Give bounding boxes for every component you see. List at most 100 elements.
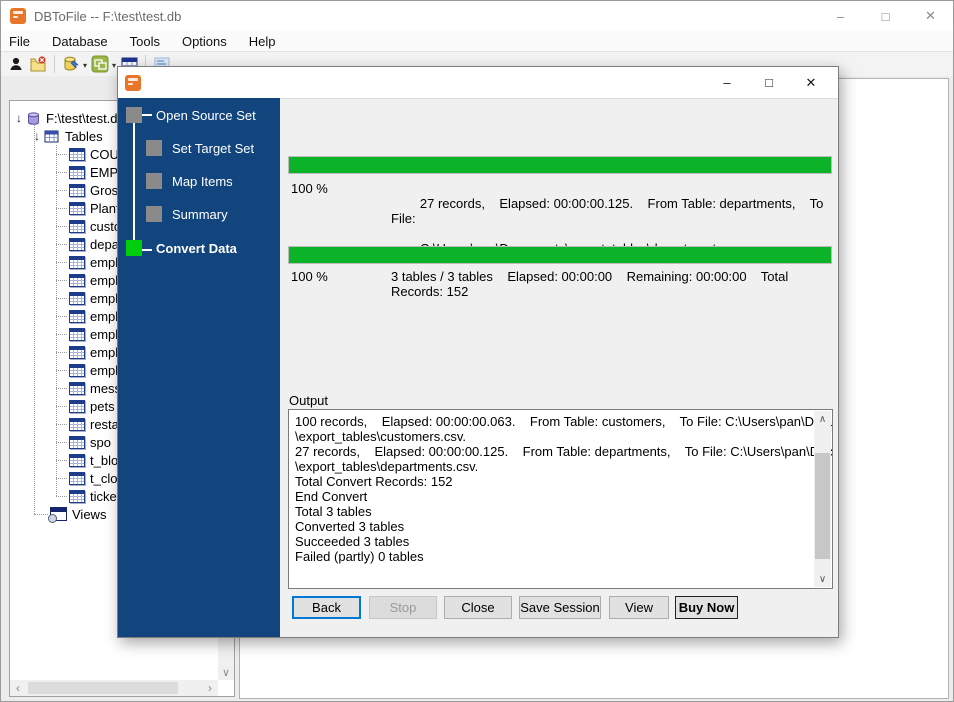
- menubar: File Database Tools Options Help: [1, 31, 953, 51]
- step-marker: [146, 140, 162, 156]
- dialog-titlebar: – □ ✕: [118, 67, 838, 98]
- convert-wizard-dialog: – □ ✕ Open Source Set Set Target Set Map…: [117, 66, 839, 638]
- total-progress-info: 3 tables / 3 tables Elapsed: 00:00:00 Re…: [391, 269, 792, 299]
- minimize-icon[interactable]: –: [818, 1, 863, 31]
- scroll-up-icon[interactable]: ∧: [814, 411, 831, 427]
- main-titlebar: DBToFile -- F:\test\test.db – □ ✕: [1, 1, 953, 31]
- table-icon: [69, 363, 85, 377]
- table-icon: [69, 471, 85, 485]
- maximize-icon[interactable]: □: [863, 1, 908, 31]
- table-icon: [69, 453, 85, 467]
- output-line: Succeeded 3 tables: [295, 534, 410, 549]
- scroll-left-icon[interactable]: ‹: [10, 681, 26, 695]
- table-icon: [69, 417, 85, 431]
- tree-views-node[interactable]: Views: [34, 505, 106, 523]
- buy-now-button[interactable]: Buy Now: [675, 596, 738, 619]
- output-line: Total 3 tables: [295, 504, 372, 519]
- convert-icon[interactable]: [90, 54, 110, 74]
- table-icon: [69, 165, 85, 179]
- table-icon: [69, 291, 85, 305]
- table-icon: [69, 399, 85, 413]
- table-icon: [69, 219, 85, 233]
- step-set-target-set[interactable]: Set Target Set: [146, 140, 254, 156]
- table-icon: [69, 183, 85, 197]
- menu-tools[interactable]: Tools: [130, 34, 169, 49]
- export-dropdown-icon[interactable]: ▾: [83, 61, 87, 70]
- tree-views-label: Views: [72, 506, 107, 522]
- scroll-down-icon[interactable]: ∨: [218, 664, 234, 680]
- views-icon: [48, 507, 67, 523]
- convert-data-page: 100 % 27 records, Elapsed: 00:00:00.125.…: [280, 98, 838, 637]
- expand-arrow-icon[interactable]: ↓: [12, 111, 26, 125]
- scroll-down-icon[interactable]: ∨: [814, 571, 831, 587]
- wizard-steps-panel: Open Source Set Set Target Set Map Items…: [118, 98, 280, 637]
- step-summary[interactable]: Summary: [146, 206, 228, 222]
- stop-button[interactable]: Stop: [369, 596, 437, 619]
- table-icon: [69, 435, 85, 449]
- output-scrollbar[interactable]: ∧ ∨: [814, 411, 831, 587]
- table-icon: [69, 309, 85, 323]
- tree-connector: [34, 123, 35, 514]
- user-login-icon[interactable]: [6, 54, 26, 74]
- table-row[interactable]: Plants: [56, 199, 126, 217]
- app-icon: [10, 8, 26, 24]
- scroll-right-icon[interactable]: ›: [202, 681, 218, 695]
- toolbar-separator: [54, 55, 55, 73]
- dialog-app-icon: [125, 74, 141, 91]
- tables-icon: [44, 130, 59, 142]
- step-marker: [146, 173, 162, 189]
- dbtofile-window: { "window": { "title": "DBToFile -- F:\\…: [0, 0, 954, 702]
- table-icon: [69, 345, 85, 359]
- output-line: Failed (partly) 0 tables: [295, 549, 424, 564]
- table-row[interactable]: pets: [56, 397, 115, 415]
- table-icon: [69, 381, 85, 395]
- table-icon: [69, 237, 85, 251]
- menu-help[interactable]: Help: [249, 34, 285, 49]
- close-icon[interactable]: ✕: [908, 1, 953, 31]
- step-open-source-set[interactable]: Open Source Set: [126, 107, 256, 123]
- tree-root-node[interactable]: ↓ F:\test\test.db: [12, 109, 125, 127]
- tree-tables-node[interactable]: ↓ Tables: [30, 127, 103, 145]
- output-line: 100 records, Elapsed: 00:00:00.063. From…: [295, 414, 833, 429]
- table-icon: [69, 327, 85, 341]
- convert-dropdown-icon[interactable]: ▾: [112, 61, 116, 70]
- dialog-close-icon[interactable]: ✕: [790, 68, 832, 98]
- step-marker: [146, 206, 162, 222]
- close-button[interactable]: Close: [444, 596, 512, 619]
- menu-options[interactable]: Options: [182, 34, 236, 49]
- table-progress-bar: [288, 156, 832, 174]
- total-progress-bar: [288, 246, 832, 264]
- step-marker: [126, 107, 142, 123]
- table-icon: [69, 273, 85, 287]
- step-connector: [133, 123, 135, 242]
- menu-file[interactable]: File: [9, 34, 39, 49]
- menu-database[interactable]: Database: [52, 34, 117, 49]
- window-title: DBToFile -- F:\test\test.db: [34, 8, 182, 24]
- output-line: \export_tables\customers.csv.: [295, 429, 466, 444]
- step-marker-active: [126, 240, 142, 256]
- dialog-minimize-icon[interactable]: –: [706, 68, 748, 98]
- output-line: 27 records, Elapsed: 00:00:00.125. From …: [295, 444, 833, 459]
- table-row[interactable]: t_blob: [56, 451, 125, 469]
- output-line: \export_tables\departments.csv.: [295, 459, 479, 474]
- step-convert-data[interactable]: Convert Data: [126, 240, 237, 256]
- expand-arrow-icon[interactable]: ↓: [30, 129, 44, 143]
- tree-hscroll-thumb[interactable]: [28, 682, 178, 694]
- dialog-maximize-icon[interactable]: □: [748, 68, 790, 98]
- save-session-button[interactable]: Save Session: [519, 596, 601, 619]
- table-icon: [69, 147, 85, 161]
- tree-root-label: F:\test\test.db: [46, 110, 125, 126]
- close-database-icon[interactable]: [28, 54, 48, 74]
- output-log: 100 records, Elapsed: 00:00:00.063. From…: [288, 409, 833, 589]
- table-progress-info: 27 records, Elapsed: 00:00:00.125. From …: [391, 196, 828, 226]
- table-row[interactable]: t_clob: [56, 469, 125, 487]
- export-database-icon[interactable]: [61, 54, 81, 74]
- output-scroll-thumb[interactable]: [815, 453, 830, 559]
- step-map-items[interactable]: Map Items: [146, 173, 233, 189]
- table-icon: [69, 489, 85, 503]
- back-button[interactable]: Back: [292, 596, 361, 619]
- table-row[interactable]: spo: [56, 433, 111, 451]
- output-line: Converted 3 tables: [295, 519, 405, 534]
- output-line: Total Convert Records: 152: [295, 474, 453, 489]
- view-button[interactable]: View: [609, 596, 669, 619]
